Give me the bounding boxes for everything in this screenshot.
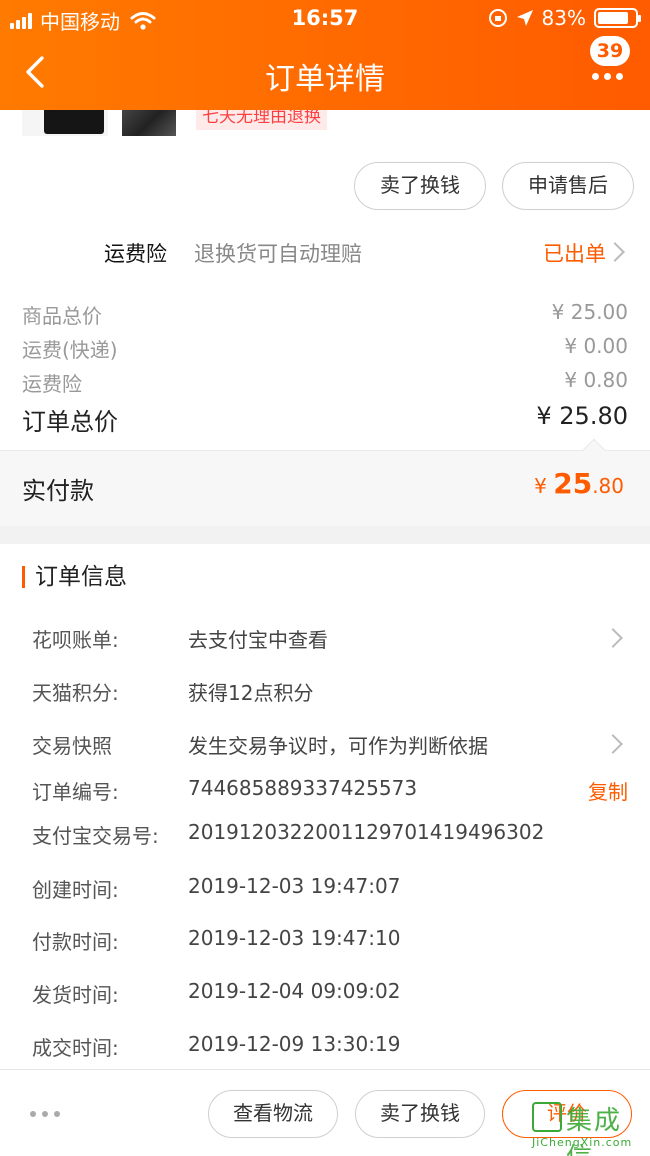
paid-decimal: .80 <box>592 474 624 498</box>
price-label: 运费(快递) <box>22 338 118 362</box>
chevron-right-icon <box>605 242 625 262</box>
sell-button[interactable]: 卖了换钱 <box>354 162 486 210</box>
watermark-logo-icon <box>532 1102 562 1132</box>
price-row-insurance: 运费险 ¥ 0.80 <box>22 368 628 397</box>
product-thumbnail-2[interactable] <box>122 110 176 136</box>
bottom-action-bar: 查看物流 卖了换钱 评价 集成信 JiChengXin.com <box>0 1069 650 1156</box>
info-key: 付款时间: <box>32 930 119 954</box>
paid-value: ¥ 25.80 <box>534 467 624 500</box>
view-logistics-button[interactable]: 查看物流 <box>208 1090 338 1138</box>
paid-amount-row: 实付款 ¥ 25.80 <box>0 438 650 526</box>
info-key: 成交时间: <box>32 1036 119 1060</box>
order-total-row: 订单总价 ¥ 25.80 <box>22 402 628 437</box>
info-value: 2019-12-03 19:47:10 <box>188 926 401 950</box>
info-key: 订单编号: <box>32 780 119 804</box>
order-total-value: ¥ 25.80 <box>536 402 628 430</box>
price-value: ¥ 25.00 <box>551 300 628 324</box>
price-value: ¥ 0.00 <box>564 334 628 358</box>
price-value: ¥ 0.80 <box>564 368 628 392</box>
battery-icon <box>594 8 641 28</box>
copy-button[interactable]: 复制 <box>588 776 628 805</box>
info-key: 发货时间: <box>32 983 119 1007</box>
info-key: 支付宝交易号: <box>32 824 159 848</box>
price-row-goods: 商品总价 ¥ 25.00 <box>22 300 628 329</box>
info-key: 交易快照 <box>32 734 112 758</box>
battery-fill <box>598 12 628 24</box>
watermark: 集成信 JiChengXin.com <box>532 1100 646 1156</box>
info-value: 2019-12-09 13:30:19 <box>188 1032 401 1056</box>
watermark-sub: JiChengXin.com <box>532 1136 633 1149</box>
more-button[interactable]: 39 <box>586 36 630 94</box>
info-value: 2019-12-03 19:47:07 <box>188 874 401 898</box>
battery-percent: 83% <box>541 6 586 30</box>
return-policy-tag: 七天无理由退换 <box>196 110 327 130</box>
insurance-label: 运费险 <box>104 242 167 266</box>
paid-currency: ¥ <box>534 474 547 498</box>
more-options-icon[interactable] <box>30 1111 60 1117</box>
chevron-right-icon <box>603 628 623 648</box>
order-info-section: 订单信息 花呗账单: 去支付宝中查看 天猫积分: 获得12点积分 交易快照 发生… <box>0 544 650 1069</box>
location-icon <box>516 10 533 26</box>
message-badge: 39 <box>590 36 630 66</box>
header: 中国移动 16:57 83% 订单详情 39 <box>0 0 650 110</box>
status-right: 83% <box>488 6 641 30</box>
product-thumbnail[interactable] <box>22 110 108 136</box>
insurance-status: 已出单 <box>543 242 606 266</box>
more-dots-icon <box>592 73 623 80</box>
price-row-shipping: 运费(快递) ¥ 0.00 <box>22 334 628 363</box>
info-value: 744685889337425573 <box>188 776 418 800</box>
price-label: 商品总价 <box>22 304 102 328</box>
paid-integer: 25 <box>553 467 593 500</box>
info-value: 去支付宝中查看 <box>188 628 328 652</box>
paid-label: 实付款 <box>22 477 94 505</box>
price-label: 运费险 <box>22 372 82 396</box>
info-value: 2019120322001129701419496302 <box>188 820 545 844</box>
after-sale-button[interactable]: 申请售后 <box>502 162 634 210</box>
order-summary: 七天无理由退换 卖了换钱 申请售后 运费险 退换货可自动理赔 已出单 商品总价 … <box>0 110 650 450</box>
shipping-insurance-row[interactable]: 运费险 退换货可自动理赔 已出单 <box>0 228 650 274</box>
rotation-lock-icon <box>488 9 507 27</box>
order-total-label: 订单总价 <box>22 408 118 436</box>
info-key: 花呗账单: <box>32 628 119 652</box>
status-bar: 中国移动 16:57 83% <box>0 0 650 38</box>
info-key: 天猫积分: <box>32 681 119 705</box>
chevron-right-icon <box>603 734 623 754</box>
insurance-desc: 退换货可自动理赔 <box>194 242 362 266</box>
order-info-title: 订单信息 <box>22 566 127 589</box>
info-value: 获得12点积分 <box>188 681 314 705</box>
info-key: 创建时间: <box>32 878 119 902</box>
info-value: 发生交易争议时，可作为判断依据 <box>188 734 488 758</box>
info-value: 2019-12-04 09:09:02 <box>188 979 401 1003</box>
page-title: 订单详情 <box>265 62 385 97</box>
sell-button-bottom[interactable]: 卖了换钱 <box>355 1090 485 1138</box>
